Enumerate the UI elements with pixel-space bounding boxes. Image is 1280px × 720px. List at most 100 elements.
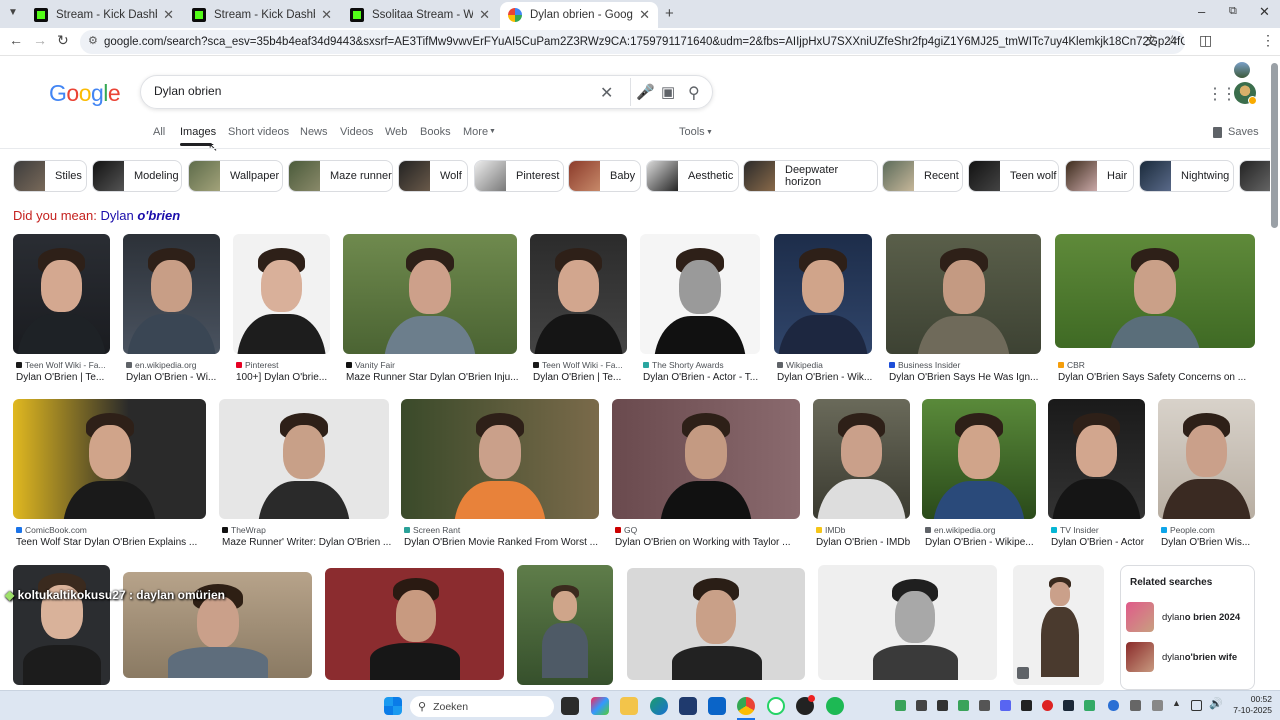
result-image[interactable]	[612, 399, 800, 519]
clear-icon[interactable]: ✕	[600, 83, 613, 103]
chip-modeling[interactable]: Modeling	[92, 160, 182, 192]
task-view-icon[interactable]	[561, 697, 579, 715]
taskbar-clock[interactable]: 00:52 7-10-2025	[1228, 694, 1272, 716]
chip-nightwing[interactable]: Nightwing	[1139, 160, 1234, 192]
tray-app-icon[interactable]	[1084, 700, 1095, 711]
result-image[interactable]	[627, 568, 805, 680]
forward-icon[interactable]: →	[33, 32, 47, 48]
result-source[interactable]: TV Insider	[1051, 525, 1148, 535]
result-source[interactable]: Teen Wolf Wiki - Fa...	[533, 360, 630, 370]
result-image[interactable]	[530, 234, 627, 354]
result-source[interactable]: TheWrap	[222, 525, 392, 535]
chip-baby[interactable]: Baby	[568, 160, 641, 192]
start-icon[interactable]	[384, 697, 402, 715]
display-icon[interactable]	[1191, 700, 1202, 711]
discord-icon[interactable]	[1000, 700, 1011, 711]
result-caption[interactable]: Dylan O'Brien | Te...	[533, 372, 630, 383]
scrollbar-thumb[interactable]	[1271, 63, 1278, 228]
tab-ssolitaa-stream[interactable]: Ssolitaa Stream - Watch Live on ✕	[342, 2, 498, 28]
profile-avatar[interactable]	[1234, 62, 1250, 78]
chip-recent[interactable]: Recent	[882, 160, 963, 192]
result-source[interactable]: IMDb	[816, 525, 913, 535]
result-caption[interactable]: Maze Runner' Writer: Dylan O'Brien ...	[222, 537, 392, 548]
tab-videos[interactable]: Videos	[340, 126, 373, 138]
result-caption[interactable]: Teen Wolf Star Dylan O'Brien Explains ..…	[16, 537, 209, 548]
tab-images[interactable]: Images	[180, 126, 216, 138]
result-image[interactable]	[774, 234, 872, 354]
result-source[interactable]: Business Insider	[889, 360, 1044, 370]
tab-more[interactable]: More	[463, 126, 488, 138]
tray-app-icon[interactable]	[895, 700, 906, 711]
result-image[interactable]	[13, 234, 110, 354]
tray-app-icon[interactable]	[1042, 700, 1053, 711]
tab-all[interactable]: All	[153, 126, 165, 138]
result-image[interactable]	[922, 399, 1036, 519]
chrome-icon[interactable]	[737, 697, 755, 715]
result-caption[interactable]: Maze Runner Star Dylan O'Brien Inju...	[346, 372, 520, 383]
result-caption[interactable]: 100+] Dylan O'brie...	[236, 372, 333, 383]
close-icon[interactable]: ✕	[479, 7, 490, 23]
result-image[interactable]	[13, 565, 110, 685]
result-source[interactable]: People.com	[1161, 525, 1258, 535]
result-caption[interactable]: Dylan O'Brien - Wik...	[777, 372, 875, 383]
steam-icon[interactable]	[1063, 700, 1074, 711]
result-caption[interactable]: Dylan O'Brien | Te...	[16, 372, 113, 383]
close-icon[interactable]: ✕	[163, 7, 174, 23]
taskbar-search[interactable]: ⚲ Zoeken	[410, 696, 554, 717]
outlook-icon[interactable]	[708, 697, 726, 715]
tools-button[interactable]: Tools	[679, 126, 705, 138]
result-source[interactable]: Wikipedia	[777, 360, 875, 370]
result-source[interactable]: CBR	[1058, 360, 1258, 370]
result-source[interactable]: Screen Rant	[404, 525, 602, 535]
result-image[interactable]	[219, 399, 389, 519]
close-icon[interactable]: ✕	[639, 7, 650, 23]
chip-teen-wolf[interactable]: Teen wolf	[968, 160, 1059, 192]
saves-button[interactable]: Saves	[1228, 126, 1259, 138]
result-image[interactable]	[233, 234, 330, 354]
whatsapp-icon[interactable]	[767, 697, 785, 715]
onedrive-icon[interactable]	[1108, 700, 1119, 711]
result-source[interactable]: ComicBook.com	[16, 525, 209, 535]
site-info-icon[interactable]: ⚙	[88, 34, 98, 47]
menu-kebab-icon[interactable]: ⋮	[1261, 32, 1275, 49]
translate-icon[interactable]: 文	[1145, 32, 1157, 49]
result-image[interactable]	[813, 399, 910, 519]
result-image[interactable]	[123, 234, 220, 354]
result-image[interactable]	[343, 234, 517, 354]
search-icon[interactable]: ⚲	[688, 83, 700, 103]
result-caption[interactable]: Dylan O'Brien - Actor	[1051, 537, 1148, 548]
result-caption[interactable]: Dylan O'Brien Says He Was Ign...	[889, 372, 1044, 383]
result-image[interactable]	[517, 565, 613, 685]
chip-stiles[interactable]: Stiles	[13, 160, 87, 192]
chip-wolf[interactable]: Wolf	[398, 160, 468, 192]
tab-news[interactable]: News	[300, 126, 328, 138]
store-icon[interactable]	[679, 697, 697, 715]
result-image[interactable]	[13, 399, 206, 519]
back-icon[interactable]: ←	[9, 32, 23, 48]
tab-google-search[interactable]: Dylan obrien - Google Search ✕	[500, 2, 658, 28]
lens-icon[interactable]: ▣	[661, 83, 675, 101]
result-source[interactable]: Pinterest	[236, 360, 333, 370]
extensions-icon[interactable]: ◫	[1199, 32, 1212, 49]
chip-wallpaper[interactable]: Wallpaper	[188, 160, 283, 192]
tray-app-icon[interactable]	[1130, 700, 1141, 711]
result-image[interactable]	[640, 234, 760, 354]
result-caption[interactable]: Dylan O'Brien - Wi...	[126, 372, 223, 383]
related-search-item[interactable]: dylan o'brien wife	[1126, 641, 1237, 673]
result-caption[interactable]: Dylan O'Brien - Actor - T...	[643, 372, 763, 383]
result-source[interactable]: en.wikipedia.org	[925, 525, 1039, 535]
result-source[interactable]: The Shorty Awards	[643, 360, 763, 370]
result-image[interactable]	[401, 399, 599, 519]
address-bar[interactable]: ⚙ google.com/search?sca_esv=35b4b4eaf34d…	[80, 30, 1185, 54]
maximize-icon[interactable]: ⧉	[1229, 5, 1237, 18]
result-caption[interactable]: Dylan O'Brien Wis...	[1161, 537, 1258, 548]
related-search-item[interactable]: dylan o brien 2024	[1126, 601, 1240, 633]
result-caption[interactable]: Dylan O'Brien Movie Ranked From Worst ..…	[404, 537, 602, 548]
chip-aesthetic[interactable]: Aesthetic	[646, 160, 739, 192]
tray-app-icon[interactable]	[979, 700, 990, 711]
tab-short-videos[interactable]: Short videos	[228, 126, 289, 138]
chip-partial[interactable]	[1239, 160, 1270, 192]
tab-kick-dashboard-2[interactable]: Stream - Kick Dashboard ✕	[184, 2, 340, 28]
tray-app-icon[interactable]	[916, 700, 927, 711]
volume-icon[interactable]: 🔊	[1209, 697, 1223, 710]
